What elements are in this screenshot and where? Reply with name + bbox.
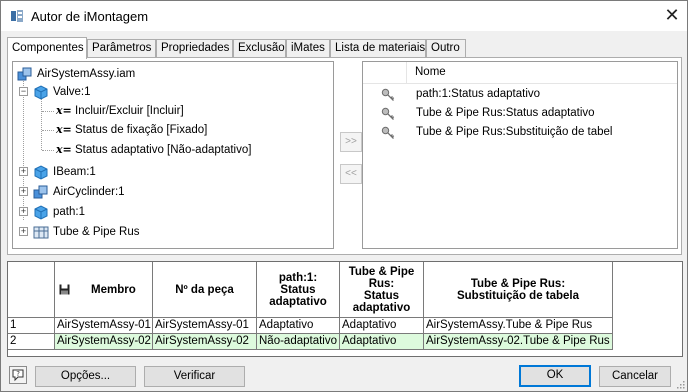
table-cell[interactable]: AirSystemAssy-02: [55, 334, 153, 350]
tree-label: Status de fixação [Fixado]: [75, 124, 208, 136]
tree-label: Valve:1: [53, 86, 91, 98]
part-icon: [34, 165, 48, 180]
subassembly-icon: [33, 185, 48, 199]
tab-imates[interactable]: iMates: [286, 39, 330, 58]
remove-button[interactable]: <<: [340, 164, 362, 184]
ok-button[interactable]: OK: [519, 365, 591, 387]
list-header-icon-column: [363, 62, 407, 84]
tree-label: Tube & Pipe Rus: [53, 226, 140, 238]
list-item[interactable]: Tube & Pipe Rus:Status adaptativo: [363, 105, 677, 123]
tree-connector: [42, 111, 54, 112]
x-equals-icon: x=: [56, 123, 72, 136]
list-item-label: Tube & Pipe Rus:Substituição de tabel: [416, 126, 613, 138]
row-number[interactable]: 2: [8, 334, 55, 350]
member-table: Membro Nº da peça path:1: Status adaptat…: [7, 261, 683, 357]
tube-pipe-icon: [33, 226, 49, 239]
tree-label: AirSystemAssy.iam: [37, 68, 136, 80]
table-cell[interactable]: Adaptativo: [257, 318, 340, 334]
resize-grip-icon[interactable]: [675, 379, 685, 389]
save-icon: [59, 284, 70, 295]
add-button[interactable]: >>: [340, 132, 362, 152]
tab-lista-de-materiais[interactable]: Lista de materiais: [330, 39, 426, 58]
part-icon: [34, 85, 48, 100]
selected-parameters-list[interactable]: Nome path:1:Status adaptativo Tube & Pip…: [362, 61, 678, 249]
table-cell[interactable]: Adaptativo: [340, 318, 424, 334]
tab-propriedades[interactable]: Propriedades: [156, 39, 233, 58]
column-header-membro[interactable]: Membro: [55, 262, 153, 318]
list-item[interactable]: Tube & Pipe Rus:Substituição de tabel: [363, 124, 677, 142]
help-icon: ?: [12, 369, 24, 382]
tree-connector: [42, 130, 54, 131]
tab-parametros[interactable]: Parâmetros: [87, 39, 156, 58]
cancel-button[interactable]: Cancelar: [599, 366, 671, 387]
verify-button[interactable]: Verificar: [144, 366, 245, 387]
table-cell[interactable]: AirSystemAssy.Tube & Pipe Rus: [424, 318, 613, 334]
column-header-label: Membro: [91, 284, 136, 296]
components-tab-panel: AirSystemAssy.iam − Valve:1 x= Incluir/E…: [7, 57, 682, 255]
column-header-numero-peca[interactable]: Nº da peça: [153, 262, 257, 318]
component-tree[interactable]: AirSystemAssy.iam − Valve:1 x= Incluir/E…: [12, 61, 334, 249]
table-cell[interactable]: AirSystemAssy-02.Tube & Pipe Rus: [424, 334, 613, 350]
options-button[interactable]: Opções...: [35, 366, 136, 387]
key-icon: [381, 126, 395, 139]
table-cell[interactable]: Adaptativo: [340, 334, 424, 350]
expand-icon[interactable]: +: [19, 187, 28, 196]
column-header-tube-substituicao[interactable]: Tube & Pipe Rus: Substituição de tabela: [424, 262, 613, 318]
column-header-path-status[interactable]: path:1: Status adaptativo: [257, 262, 340, 318]
expand-icon[interactable]: +: [19, 227, 28, 236]
column-header-tube-status[interactable]: Tube & Pipe Rus: Status adaptativo: [340, 262, 424, 318]
table-cell[interactable]: Não-adaptativo: [257, 334, 340, 350]
table-cell[interactable]: AirSystemAssy-01: [55, 318, 153, 334]
list-item[interactable]: path:1:Status adaptativo: [363, 86, 677, 104]
tree-label: AirCyclinder:1: [53, 186, 125, 198]
row-number[interactable]: 1: [8, 318, 55, 334]
window-title: Autor de iMontagem: [31, 9, 149, 24]
table-cell[interactable]: AirSystemAssy-01: [153, 318, 257, 334]
list-item-label: path:1:Status adaptativo: [416, 88, 541, 100]
key-icon: [381, 88, 395, 101]
close-icon[interactable]: ✕: [657, 1, 687, 31]
imontagem-app-icon: [11, 10, 23, 22]
part-icon: [34, 205, 48, 220]
imontagem-dialog: Autor de iMontagem ✕ Componentes Parâmet…: [0, 0, 688, 392]
x-equals-icon: x=: [56, 104, 72, 117]
expand-icon[interactable]: +: [19, 207, 28, 216]
column-header-nome[interactable]: Nome: [415, 66, 446, 78]
tab-componentes[interactable]: Componentes: [7, 37, 87, 59]
svg-text:?: ?: [16, 370, 20, 378]
x-equals-icon: x=: [56, 143, 72, 156]
tree-label: Status adaptativo [Não-adaptativo]: [75, 144, 252, 156]
tree-label: path:1: [53, 206, 85, 218]
assembly-icon: [17, 67, 32, 81]
tree-label: Incluir/Excluir [Incluir]: [75, 105, 184, 117]
table-cell[interactable]: AirSystemAssy-02: [153, 334, 257, 350]
tree-connector: [42, 150, 54, 151]
list-header: Nome: [363, 62, 677, 84]
tree-connector: [23, 76, 24, 220]
help-button[interactable]: ?: [9, 366, 27, 384]
list-item-label: Tube & Pipe Rus:Status adaptativo: [416, 107, 595, 119]
collapse-icon[interactable]: −: [19, 87, 28, 96]
key-icon: [381, 107, 395, 120]
expand-icon[interactable]: +: [19, 167, 28, 176]
table-corner-cell: [8, 262, 55, 318]
tree-label: IBeam:1: [53, 166, 96, 178]
tab-exclusao[interactable]: Exclusão: [233, 39, 286, 58]
title-bar: Autor de iMontagem ✕: [1, 1, 687, 31]
tab-outro[interactable]: Outro: [426, 39, 466, 58]
